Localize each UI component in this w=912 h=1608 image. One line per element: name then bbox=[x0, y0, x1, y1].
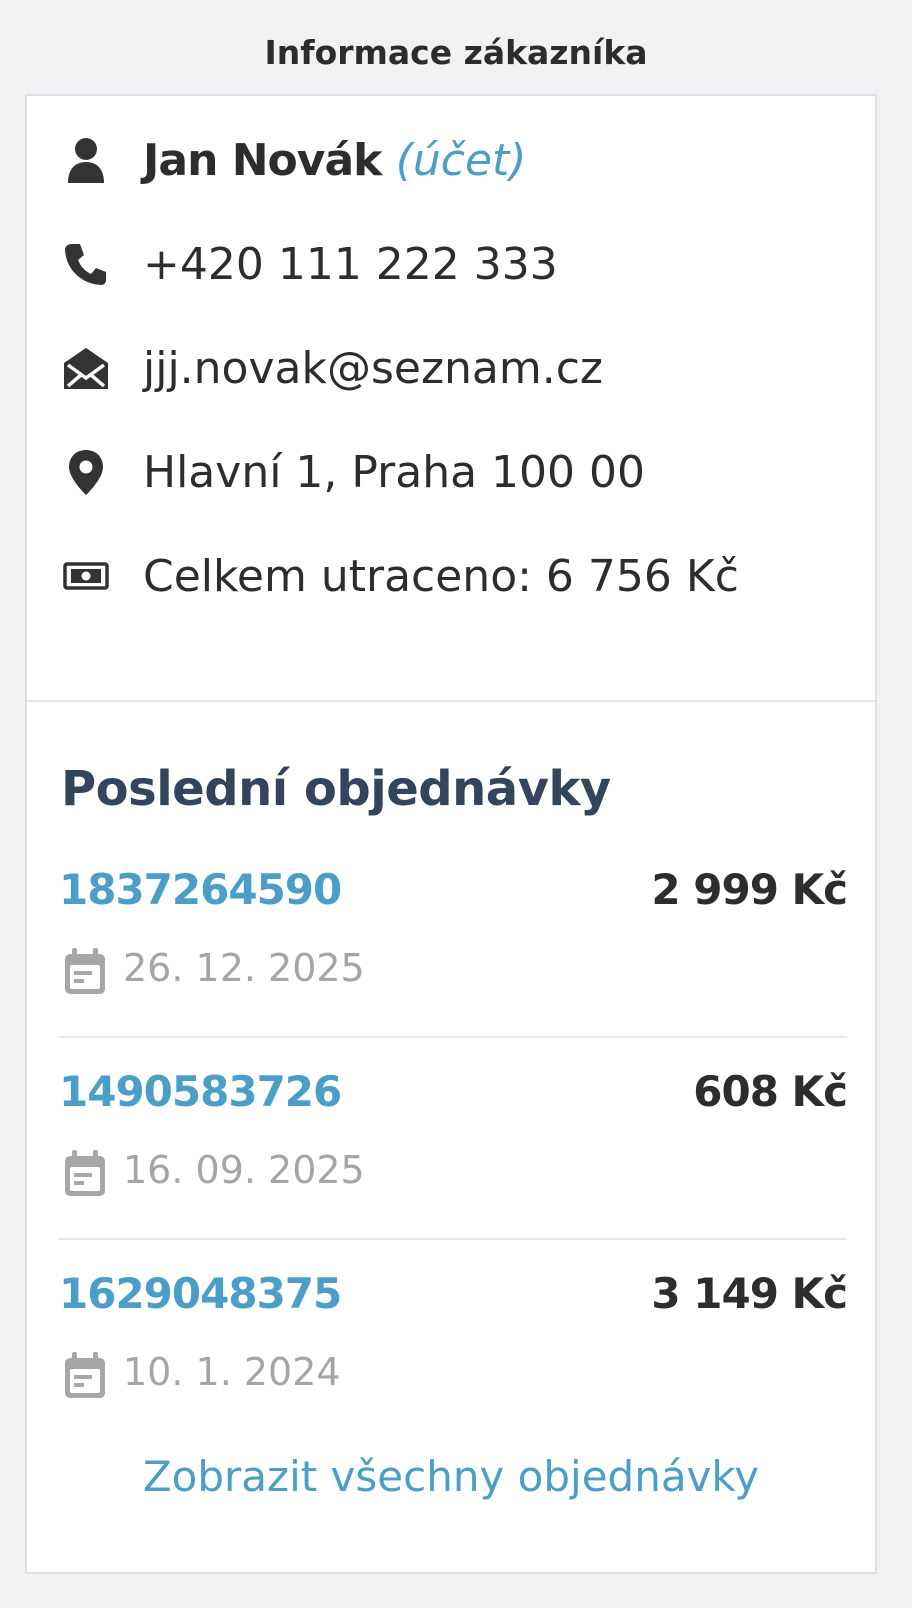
customer-email[interactable]: jjj.novak@seznam.cz bbox=[143, 334, 603, 404]
order-list-item: 1490583726 608 Kč 16. 09. 2025 bbox=[59, 1038, 848, 1240]
customer-address-row: Hlavní 1, Praha 100 00 bbox=[27, 438, 875, 508]
phone-icon bbox=[61, 238, 111, 290]
order-list-item: 1629048375 3 149 Kč 10. 1. 2024 bbox=[59, 1240, 848, 1440]
order-list-item: 1837264590 2 999 Kč 26. 12. 2025 bbox=[59, 836, 848, 1038]
customer-name: Jan Novák bbox=[143, 135, 382, 186]
customer-name-row: Jan Novák (účet) bbox=[27, 126, 875, 196]
envelope-open-icon bbox=[61, 342, 111, 394]
calendar-icon bbox=[63, 1352, 107, 1400]
person-icon bbox=[61, 134, 111, 186]
order-date: 26. 12. 2025 bbox=[123, 946, 365, 990]
map-pin-icon bbox=[61, 446, 111, 498]
order-number-link[interactable]: 1837264590 bbox=[59, 860, 342, 920]
order-number-link[interactable]: 1490583726 bbox=[59, 1062, 342, 1122]
order-date: 10. 1. 2024 bbox=[123, 1350, 341, 1394]
customer-phone[interactable]: +420 111 222 333 bbox=[143, 230, 558, 300]
order-price: 2 999 Kč bbox=[651, 865, 848, 914]
order-number-link[interactable]: 1629048375 bbox=[59, 1264, 342, 1324]
page-title: Informace zákazníka bbox=[264, 33, 648, 72]
show-all-orders-link[interactable]: Zobrazit všechny objednávky bbox=[27, 1442, 875, 1512]
order-price: 3 149 Kč bbox=[651, 1269, 848, 1318]
customer-contact-section: Jan Novák (účet) +420 111 222 333 jjj.no… bbox=[27, 96, 875, 702]
order-date: 16. 09. 2025 bbox=[123, 1148, 365, 1192]
calendar-icon bbox=[63, 1150, 107, 1198]
customer-phone-row: +420 111 222 333 bbox=[27, 230, 875, 300]
customer-address: Hlavní 1, Praha 100 00 bbox=[143, 447, 645, 498]
calendar-icon bbox=[63, 948, 107, 996]
recent-orders-title: Poslední objednávky bbox=[61, 761, 611, 817]
customer-email-row: jjj.novak@seznam.cz bbox=[27, 334, 875, 404]
customer-total-spent-row: Celkem utraceno: 6 756 Kč bbox=[27, 542, 875, 612]
customer-name-line: Jan Novák (účet) bbox=[143, 126, 526, 196]
customer-total-spent: Celkem utraceno: 6 756 Kč bbox=[143, 551, 739, 602]
order-price: 608 Kč bbox=[693, 1067, 848, 1116]
customer-info-card: Jan Novák (účet) +420 111 222 333 jjj.no… bbox=[25, 94, 877, 1574]
money-bill-icon bbox=[61, 550, 111, 602]
account-link[interactable]: (účet) bbox=[396, 135, 527, 186]
